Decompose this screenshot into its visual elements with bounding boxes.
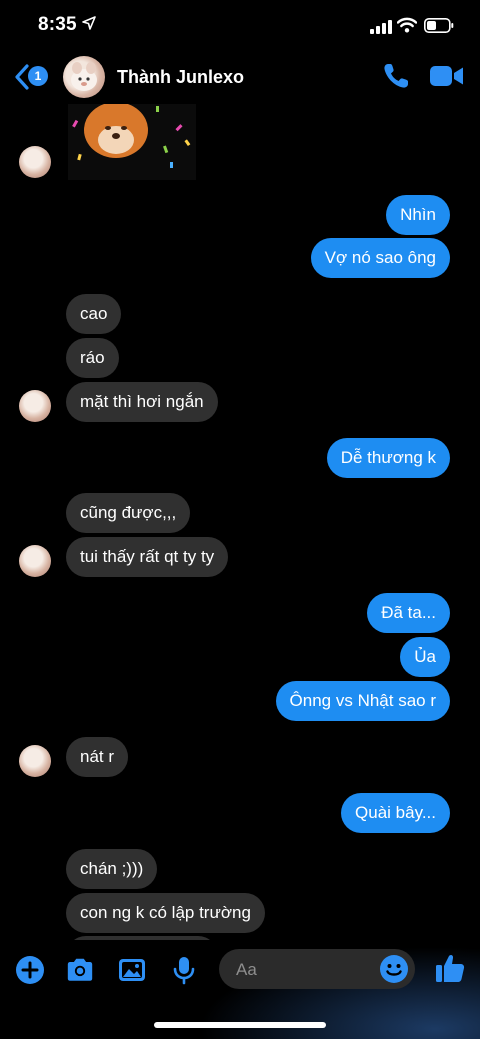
message-bubble-incoming[interactable]: mặt thì hơi ngắn (66, 382, 218, 422)
camera-icon[interactable] (65, 955, 95, 985)
sender-avatar[interactable] (19, 146, 51, 178)
message-input-placeholder: Aa (236, 960, 257, 979)
gallery-icon[interactable] (117, 955, 147, 985)
sticker-image (72, 104, 191, 168)
back-button[interactable]: 1 (12, 62, 52, 92)
message-bubble-incoming[interactable]: chán ;))) (66, 849, 158, 889)
message-bubble-outgoing[interactable]: Nhìn (386, 195, 450, 235)
conversation-header: 1 Thành Junlexo (0, 52, 480, 104)
status-bar: 8:35 (0, 0, 480, 52)
sender-avatar[interactable] (19, 390, 51, 422)
message-bubble-outgoing[interactable]: Ônng vs Nhật sao r (275, 681, 450, 721)
message-bubble-incoming[interactable]: con ng k có lập trường (66, 893, 265, 933)
message-bubble-incoming[interactable]: ráo (66, 338, 119, 378)
sticker-message[interactable] (68, 104, 196, 180)
message-bubble-outgoing[interactable]: Đã ta... (367, 593, 450, 633)
message-bubble-outgoing[interactable]: Dễ thương k (326, 438, 450, 478)
emoji-icon[interactable] (379, 954, 409, 984)
plus-icon[interactable] (15, 955, 45, 985)
battery-icon (424, 18, 454, 33)
message-bubble-incoming[interactable]: nát r (66, 737, 129, 777)
message-bubble-incoming[interactable]: cũng được,,, (66, 493, 191, 533)
message-bubble-incoming[interactable]: cao (66, 294, 122, 334)
sender-avatar[interactable] (19, 545, 51, 577)
message-list[interactable]: Nhìn Vợ nó sao ông cao ráo mặt thì hơi n… (0, 104, 480, 940)
unread-badge: 1 (28, 66, 48, 86)
microphone-icon[interactable] (169, 955, 199, 985)
clock: 8:35 (38, 14, 77, 35)
wifi-icon (397, 17, 417, 33)
home-indicator[interactable] (154, 1022, 326, 1028)
message-bubble-outgoing[interactable]: Ủa (400, 637, 450, 677)
phone-call-icon[interactable] (382, 62, 410, 90)
message-bubble-outgoing[interactable]: Quài bây... (341, 793, 450, 833)
message-composer: Aa (0, 940, 480, 1039)
cellular-signal-icon (370, 20, 392, 34)
contact-avatar[interactable] (63, 56, 105, 98)
contact-name[interactable]: Thành Junlexo (117, 67, 244, 88)
message-bubble-outgoing[interactable]: Vợ nó sao ông (310, 238, 450, 278)
sender-avatar[interactable] (19, 745, 51, 777)
video-call-icon[interactable] (430, 65, 464, 87)
thumbs-up-icon[interactable] (434, 952, 466, 984)
message-input[interactable]: Aa (219, 949, 415, 989)
location-arrow-icon (82, 16, 96, 30)
message-bubble-incoming[interactable]: tui thấy rất qt ty ty (66, 537, 229, 577)
avatar-image (71, 62, 97, 91)
